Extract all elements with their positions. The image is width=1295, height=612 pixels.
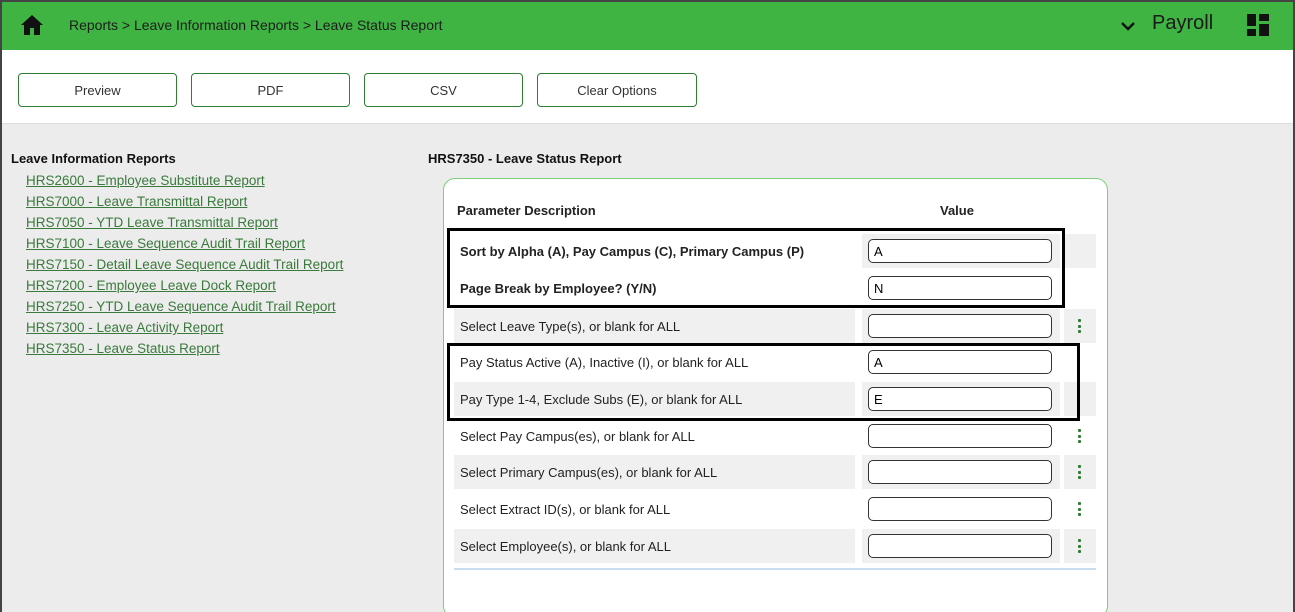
home-icon[interactable]	[20, 14, 44, 36]
param-value-cell	[862, 271, 1060, 305]
preview-button[interactable]: Preview	[18, 73, 177, 107]
app-window: Reports > Leave Information Reports > Le…	[0, 0, 1295, 612]
sidebar-link-hrs7050[interactable]: HRS7050 - YTD Leave Transmittal Report	[26, 212, 343, 233]
sidebar-link-hrs2600[interactable]: HRS2600 - Employee Substitute Report	[26, 170, 343, 191]
param-action-cell	[1064, 271, 1096, 305]
param-action-cell	[1064, 455, 1096, 489]
sidebar-link-hrs7150[interactable]: HRS7150 - Detail Leave Sequence Audit Tr…	[26, 254, 343, 275]
param-label: Sort by Alpha (A), Pay Campus (C), Prima…	[454, 234, 855, 268]
header-bar: Reports > Leave Information Reports > Le…	[2, 2, 1293, 50]
pay-status-input[interactable]	[868, 350, 1052, 374]
apps-grid-icon[interactable]	[1247, 14, 1269, 36]
more-vertical-icon[interactable]	[1078, 502, 1082, 516]
param-action-cell	[1064, 492, 1096, 526]
param-value-cell	[862, 234, 1060, 268]
more-vertical-icon[interactable]	[1078, 539, 1082, 553]
param-action-cell	[1064, 382, 1096, 416]
param-value-cell	[862, 529, 1060, 563]
sidebar-report-list: HRS2600 - Employee Substitute Report HRS…	[26, 170, 343, 359]
breadcrumb: Reports > Leave Information Reports > Le…	[69, 17, 443, 33]
leave-type-input[interactable]	[868, 314, 1052, 338]
param-value-cell	[862, 309, 1060, 343]
more-vertical-icon[interactable]	[1078, 429, 1082, 443]
pay-type-input[interactable]	[868, 387, 1052, 411]
param-action-cell	[1064, 419, 1096, 453]
page-break-input[interactable]	[868, 276, 1052, 300]
clear-options-button[interactable]: Clear Options	[537, 73, 697, 107]
param-action-cell	[1064, 309, 1096, 343]
param-label: Select Leave Type(s), or blank for ALL	[454, 309, 855, 343]
param-action-cell	[1064, 345, 1096, 379]
param-label: Pay Type 1-4, Exclude Subs (E), or blank…	[454, 382, 855, 416]
param-label: Select Pay Campus(es), or blank for ALL	[454, 419, 855, 453]
param-label: Pay Status Active (A), Inactive (I), or …	[454, 345, 855, 379]
app-name[interactable]: Payroll	[1152, 12, 1213, 35]
param-value-cell	[862, 345, 1060, 379]
employee-input[interactable]	[868, 534, 1052, 558]
report-title: HRS7350 - Leave Status Report	[428, 151, 622, 166]
sidebar-title: Leave Information Reports	[11, 151, 176, 166]
param-action-cell	[1064, 529, 1096, 563]
primary-campus-input[interactable]	[868, 460, 1052, 484]
sidebar-link-hrs7350[interactable]: HRS7350 - Leave Status Report	[26, 338, 343, 359]
toolbar: Preview PDF CSV Clear Options	[2, 50, 1293, 124]
sort-order-input[interactable]	[868, 239, 1052, 263]
sidebar-link-hrs7300[interactable]: HRS7300 - Leave Activity Report	[26, 317, 343, 338]
param-label: Select Extract ID(s), or blank for ALL	[454, 492, 855, 526]
pdf-button[interactable]: PDF	[191, 73, 350, 107]
column-header-description: Parameter Description	[457, 203, 596, 218]
sidebar-link-hrs7200[interactable]: HRS7200 - Employee Leave Dock Report	[26, 275, 343, 296]
sidebar-link-hrs7100[interactable]: HRS7100 - Leave Sequence Audit Trail Rep…	[26, 233, 343, 254]
sidebar-link-hrs7250[interactable]: HRS7250 - YTD Leave Sequence Audit Trail…	[26, 296, 343, 317]
panel-divider	[454, 568, 1096, 570]
extract-id-input[interactable]	[868, 497, 1052, 521]
param-value-cell	[862, 492, 1060, 526]
param-action-cell	[1064, 234, 1096, 268]
column-header-value: Value	[940, 203, 974, 218]
param-label: Page Break by Employee? (Y/N)	[454, 271, 855, 305]
more-vertical-icon[interactable]	[1078, 465, 1082, 479]
sidebar-link-hrs7000[interactable]: HRS7000 - Leave Transmittal Report	[26, 191, 343, 212]
param-label: Select Primary Campus(es), or blank for …	[454, 455, 855, 489]
pay-campus-input[interactable]	[868, 424, 1052, 448]
param-value-cell	[862, 419, 1060, 453]
chevron-down-icon[interactable]	[1119, 17, 1137, 35]
param-label: Select Employee(s), or blank for ALL	[454, 529, 855, 563]
param-value-cell	[862, 455, 1060, 489]
param-value-cell	[862, 382, 1060, 416]
more-vertical-icon[interactable]	[1078, 319, 1082, 333]
csv-button[interactable]: CSV	[364, 73, 523, 107]
